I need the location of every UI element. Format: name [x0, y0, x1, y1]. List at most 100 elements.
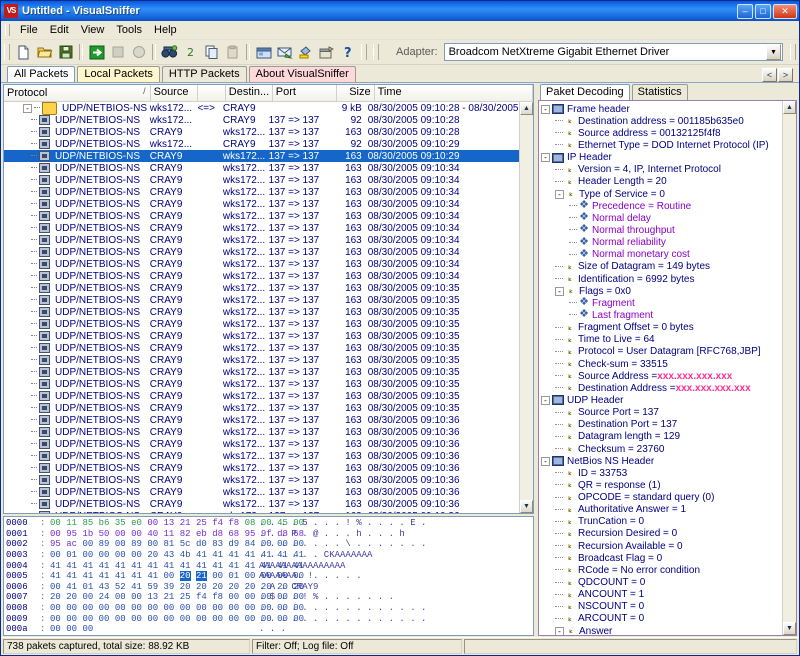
table-row[interactable]: UDP/NETBIOS-NSCRAY9 wks172...137 => 137 16…: [4, 162, 519, 174]
tree-row[interactable]: ₖ ARCOUNT = 0: [539, 613, 782, 625]
table-row[interactable]: UDP/NETBIOS-NSCRAY9 wks172...137 => 137 16…: [4, 402, 519, 414]
start-capture-icon[interactable]: [86, 42, 107, 62]
decoding-tree-scrollbar[interactable]: ▲ ▼: [782, 101, 796, 635]
tree-row[interactable]: - UDP Header: [539, 394, 782, 406]
table-row[interactable]: UDP/NETBIOS-NSCRAY9 wks172...137 => 137 16…: [4, 426, 519, 438]
tree-row[interactable]: ₖ Checksum = 23760: [539, 443, 782, 455]
tree-scroll-down-button[interactable]: ▼: [783, 622, 796, 635]
menu-edit[interactable]: Edit: [44, 22, 75, 38]
expander-icon[interactable]: -: [555, 189, 564, 199]
scroll-up-button[interactable]: ▲: [520, 102, 533, 115]
new-file-icon[interactable]: [13, 42, 34, 62]
help-icon[interactable]: ?: [337, 42, 358, 62]
table-row[interactable]: UDP/NETBIOS-NSCRAY9 wks172...137 => 137 16…: [4, 246, 519, 258]
tree-row[interactable]: ₖ Recursion Available = 0: [539, 540, 782, 552]
hex-row[interactable]: 0005:41 41 41 41 41 41 41 00 20 21 00 01…: [6, 571, 533, 582]
tree-row[interactable]: ₖ Datagram length = 129: [539, 431, 782, 443]
table-row[interactable]: UDP/NETBIOS-NS wks172... CRAY9 137 => 137 92…: [4, 138, 519, 150]
table-row[interactable]: UDP/NETBIOS-NSCRAY9 wks172...137 => 137 16…: [4, 354, 519, 366]
hex-row[interactable]: 0008:00 00 00 00 00 00 00 00 00 00 00 00…: [6, 603, 533, 614]
menu-file[interactable]: File: [14, 22, 44, 38]
table-row[interactable]: UDP/NETBIOS-NSCRAY9 wks172...137 => 137 16…: [4, 270, 519, 282]
column-header-source[interactable]: Source: [150, 85, 198, 101]
column-header-port[interactable]: Port: [272, 85, 338, 101]
column-header-size[interactable]: Size: [337, 85, 375, 101]
tab-pager-next[interactable]: >: [778, 68, 793, 82]
tree-row[interactable]: ₖ OPCODE = standard query (0): [539, 492, 782, 504]
tree-row[interactable]: ₖ Size of Datagram = 149 bytes: [539, 261, 782, 273]
tab-http-packets[interactable]: HTTP Packets: [161, 66, 247, 82]
expander-icon[interactable]: -: [541, 395, 550, 405]
table-row[interactable]: UDP/NETBIOS-NSCRAY9 wks172...137 => 137 16…: [4, 390, 519, 402]
packet-list-scrollbar[interactable]: ▲ ▼: [519, 102, 533, 513]
expander-icon[interactable]: -: [555, 626, 564, 635]
adapter-grip-2[interactable]: [790, 44, 796, 60]
toolbar-grip-2[interactable]: [361, 44, 367, 60]
table-row[interactable]: UDP/NETBIOS-NSCRAY9 wks172...137 => 137 16…: [4, 306, 519, 318]
tab-all-packets[interactable]: All Packets: [7, 66, 76, 82]
tree-row[interactable]: - NetBios NS Header: [539, 455, 782, 467]
minimize-button[interactable]: –: [737, 3, 753, 19]
tree-row[interactable]: ₖ Destination Address = xxx.xxx.xxx.xxx: [539, 382, 782, 394]
table-row[interactable]: UDP/NETBIOS-NSCRAY9 wks172...137 => 137 16…: [4, 234, 519, 246]
tree-row[interactable]: - ₖ Type of Service = 0: [539, 188, 782, 200]
table-row[interactable]: UDP/NETBIOS-NSCRAY9 wks172...137 => 137 16…: [4, 126, 519, 138]
maximize-button[interactable]: □: [755, 3, 771, 19]
menu-grip[interactable]: [5, 24, 10, 36]
hex-row[interactable]: 0004:41 41 41 41 41 41 41 41 41 41 41 41…: [6, 560, 533, 571]
tab-paket-decoding[interactable]: Paket Decoding: [540, 84, 630, 100]
save-icon[interactable]: [55, 42, 76, 62]
hex-row[interactable]: 0007:20 20 00 24 00 00 13 21 25 f4 f8 00…: [6, 592, 533, 603]
hex-row[interactable]: 0006:00 41 01 43 52 41 59 39 20 20 20 20…: [6, 582, 533, 593]
copy-icon[interactable]: [201, 42, 222, 62]
capture-filter-icon[interactable]: [253, 42, 274, 62]
table-row[interactable]: UDP/NETBIOS-NSCRAY9 wks172...137 => 137 16…: [4, 474, 519, 486]
tree-row[interactable]: - ₖ Flags = 0x0: [539, 285, 782, 297]
packet-group-row[interactable]: - UDP/NETBIOS-NS wks172... <=> CRAY9 9 kB 08/3…: [4, 102, 519, 115]
display-filter-icon[interactable]: [274, 42, 295, 62]
tree-row[interactable]: ₖ Ethernet Type = DOD Internet Protocol (…: [539, 139, 782, 151]
expander-icon[interactable]: -: [555, 286, 564, 296]
menu-tools[interactable]: Tools: [110, 22, 148, 38]
tree-row[interactable]: ₖ Authoritative Answer = 1: [539, 504, 782, 516]
table-row[interactable]: UDP/NETBIOS-NSCRAY9 wks172...137 => 137 16…: [4, 258, 519, 270]
tab-local-packets[interactable]: Local Packets: [77, 66, 160, 82]
tab-pager-prev[interactable]: <: [762, 68, 777, 82]
decoding-tree-rows[interactable]: - Frame header ₖ Destination address = 0011…: [539, 101, 782, 635]
tab-about-visualsniffer[interactable]: About VisualSniffer: [248, 66, 356, 82]
table-row[interactable]: UDP/NETBIOS-NSCRAY9 wks172...137 => 137 16…: [4, 462, 519, 474]
tree-row[interactable]: ₖ Check-sum = 33515: [539, 358, 782, 370]
tree-row[interactable]: ₖ RCode = No error condition: [539, 564, 782, 576]
tree-row[interactable]: ₖ Destination Port = 137: [539, 419, 782, 431]
tree-row[interactable]: ₖ TrunCation = 0: [539, 516, 782, 528]
table-row[interactable]: UDP/NETBIOS-NS wks172... CRAY9 137 => 137 92…: [4, 114, 519, 126]
expander-icon[interactable]: -: [541, 153, 550, 163]
expander-icon[interactable]: -: [541, 104, 550, 114]
table-row[interactable]: UDP/NETBIOS-NSCRAY9 wks172...137 => 137 16…: [4, 330, 519, 342]
pause-capture-icon[interactable]: [128, 42, 149, 62]
table-row[interactable]: UDP/NETBIOS-NSCRAY9 wks172...137 => 137 16…: [4, 414, 519, 426]
tree-row[interactable]: ₖ Destination address = 001185b635e0: [539, 115, 782, 127]
color-rules-icon[interactable]: [295, 42, 316, 62]
table-row[interactable]: UDP/NETBIOS-NSCRAY9 wks172...137 => 137 16…: [4, 318, 519, 330]
options-icon[interactable]: [316, 42, 337, 62]
tree-row[interactable]: ₖ Fragment Offset = 0 bytes: [539, 322, 782, 334]
table-row[interactable]: UDP/NETBIOS-NSCRAY9 wks172...137 => 137 16…: [4, 210, 519, 222]
tree-row[interactable]: ₖ Recursion Desired = 0: [539, 528, 782, 540]
tree-row[interactable]: ❖ Normal throughput: [539, 224, 782, 236]
tree-row[interactable]: ₖ ANCOUNT = 1: [539, 589, 782, 601]
hex-row[interactable]: 000a:00 00 00 . . .: [6, 624, 533, 635]
table-row[interactable]: UDP/NETBIOS-NSCRAY9 wks172...137 => 137 16…: [4, 222, 519, 234]
table-row[interactable]: UDP/NETBIOS-NSCRAY9 wks172...137 => 137 16…: [4, 366, 519, 378]
column-header-time[interactable]: Time: [374, 85, 533, 101]
toolbar-grip[interactable]: [4, 44, 10, 60]
tree-row[interactable]: ₖ Source Address = xxx.xxx.xxx.xxx: [539, 370, 782, 382]
find-next-icon[interactable]: 2: [180, 42, 201, 62]
tree-row[interactable]: ₖ QR = response (1): [539, 479, 782, 491]
tree-row[interactable]: ₖ Source Port = 137: [539, 407, 782, 419]
table-row[interactable]: UDP/NETBIOS-NSCRAY9 wks172...137 => 137 16…: [4, 378, 519, 390]
tree-row[interactable]: ₖ Version = 4, IP, Internet Protocol: [539, 164, 782, 176]
close-button[interactable]: ✕: [773, 3, 797, 19]
tree-row[interactable]: - ₖ Answer: [539, 625, 782, 635]
tree-row[interactable]: ₖ NSCOUNT = 0: [539, 601, 782, 613]
